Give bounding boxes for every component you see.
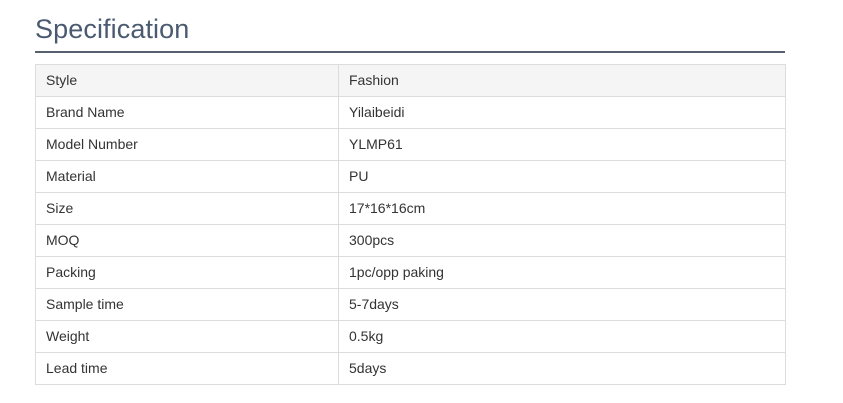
spec-label: Size [35,192,339,225]
section-title: Specification [35,14,190,44]
table-row: Size 17*16*16cm [35,192,786,225]
specification-section: Specification Style Fashion Brand Name Y… [35,0,786,385]
spec-value: 17*16*16cm [338,192,786,225]
spec-value: 5days [338,352,786,385]
spec-label: Style [35,64,339,97]
table-row: Material PU [35,160,786,193]
table-row: Lead time 5days [35,352,786,385]
table-row: Style Fashion [35,64,786,97]
spec-value: Yilaibeidi [338,96,786,129]
table-row: Brand Name Yilaibeidi [35,96,786,129]
spec-label: Sample time [35,288,339,321]
table-row: Sample time 5-7days [35,288,786,321]
table-row: Weight 0.5kg [35,320,786,353]
table-row: Packing 1pc/opp paking [35,256,786,289]
spec-value: 300pcs [338,224,786,257]
table-row: MOQ 300pcs [35,224,786,257]
spec-value: Fashion [338,64,786,97]
spec-label: Model Number [35,128,339,161]
title-divider [35,51,785,53]
spec-label: Weight [35,320,339,353]
spec-label: MOQ [35,224,339,257]
table-row: Model Number YLMP61 [35,128,786,161]
spec-label: Brand Name [35,96,339,129]
specification-table: Style Fashion Brand Name Yilaibeidi Mode… [35,64,786,385]
spec-value: 1pc/opp paking [338,256,786,289]
spec-label: Material [35,160,339,193]
spec-label: Packing [35,256,339,289]
spec-value: 0.5kg [338,320,786,353]
spec-value: YLMP61 [338,128,786,161]
spec-value: PU [338,160,786,193]
spec-value: 5-7days [338,288,786,321]
spec-label: Lead time [35,352,339,385]
